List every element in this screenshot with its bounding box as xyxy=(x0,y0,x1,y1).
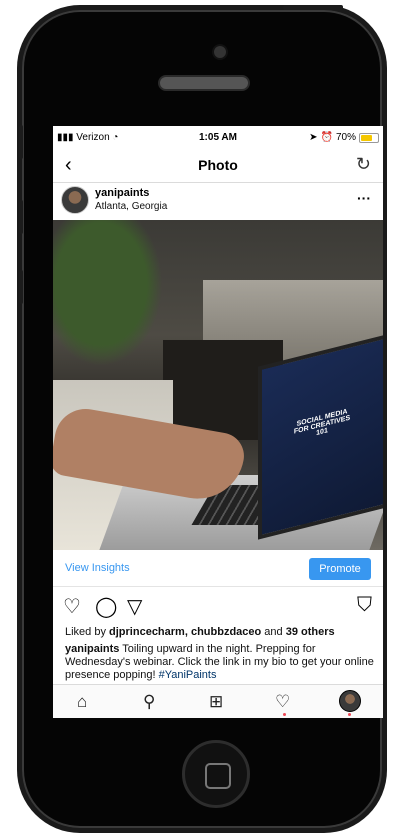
post-location[interactable]: Atlanta, Georgia xyxy=(95,201,167,212)
profile-icon[interactable] xyxy=(339,690,361,712)
home-square-icon xyxy=(205,763,231,789)
battery-icon xyxy=(359,132,379,143)
search-icon[interactable]: ⚲ xyxy=(143,692,155,712)
bottom-tab-bar: ⌂ ⚲ ⊞ ♡ xyxy=(53,684,383,718)
mute-switch xyxy=(19,125,23,159)
photo-plant xyxy=(53,220,173,380)
caption-username[interactable]: yanipaints xyxy=(65,643,119,655)
add-icon[interactable]: ⊞ xyxy=(209,692,223,712)
post-actions: ♡ ◯ ▽ ⛉ xyxy=(53,588,383,622)
activity-dot xyxy=(283,713,286,716)
caption-hashtag[interactable]: #YaniPaints xyxy=(159,669,217,681)
top-nav: ‹ Photo ↻ xyxy=(53,148,383,183)
liked-count[interactable]: 39 others xyxy=(286,626,335,638)
heart-tab-icon[interactable]: ♡ xyxy=(275,692,290,712)
status-bar: ▮▮▮ Verizon ◔ 1:05 AM ➤ ⏰ 70% xyxy=(53,126,383,148)
laptop-screen-text: SOCIAL MEDIA FOR CREATIVES 101 xyxy=(293,408,351,438)
front-camera xyxy=(212,44,228,60)
post-photo[interactable]: SOCIAL MEDIA FOR CREATIVES 101 xyxy=(53,220,383,550)
insights-row: View Insights Promote xyxy=(53,550,383,587)
page-title: Photo xyxy=(198,157,238,173)
earpiece-speaker xyxy=(158,75,250,91)
carrier-label: ▮▮▮ Verizon ◔ xyxy=(57,132,119,143)
power-button xyxy=(283,5,343,10)
share-icon[interactable]: ▽ xyxy=(127,594,142,619)
post-header: yanipaints Atlanta, Georgia ··· xyxy=(53,182,383,220)
post-username[interactable]: yanipaints xyxy=(95,187,149,199)
refresh-icon[interactable]: ↻ xyxy=(356,154,371,175)
home-button[interactable] xyxy=(182,740,250,808)
location-icon: ➤ xyxy=(309,132,318,143)
post-caption: yanipaints Toiling upward in the night. … xyxy=(65,643,375,682)
photo-laptop-screen: SOCIAL MEDIA FOR CREATIVES 101 xyxy=(258,333,383,540)
status-time: 1:05 AM xyxy=(199,132,237,143)
status-right: ➤ ⏰ 70% xyxy=(309,132,379,143)
battery-percent: 70% xyxy=(335,132,356,143)
carrier-name: Verizon xyxy=(76,132,110,143)
volume-down-button xyxy=(19,270,23,304)
liked-users[interactable]: djprincecharm, chubbzdaceo xyxy=(109,626,261,638)
liked-prefix: Liked by xyxy=(65,626,110,638)
profile-dot xyxy=(348,713,351,716)
promote-button[interactable]: Promote xyxy=(309,558,371,580)
home-icon[interactable]: ⌂ xyxy=(77,692,87,712)
battery-fill xyxy=(361,134,373,141)
app-screen: ▮▮▮ Verizon ◔ 1:05 AM ➤ ⏰ 70% ‹ Photo ↻ … xyxy=(53,126,383,718)
more-options-icon[interactable]: ··· xyxy=(357,190,371,206)
alarm-icon: ⏰ xyxy=(320,132,333,143)
bookmark-icon[interactable]: ⛉ xyxy=(357,594,372,617)
liked-by[interactable]: Liked by djprincecharm, chubbzdaceo and … xyxy=(65,626,335,638)
avatar[interactable] xyxy=(61,186,89,214)
heart-icon[interactable]: ♡ xyxy=(63,594,81,619)
comment-icon[interactable]: ◯ xyxy=(95,594,117,619)
volume-up-button xyxy=(19,200,23,234)
liked-and: and xyxy=(261,626,286,638)
view-insights-link[interactable]: View Insights xyxy=(65,562,130,574)
